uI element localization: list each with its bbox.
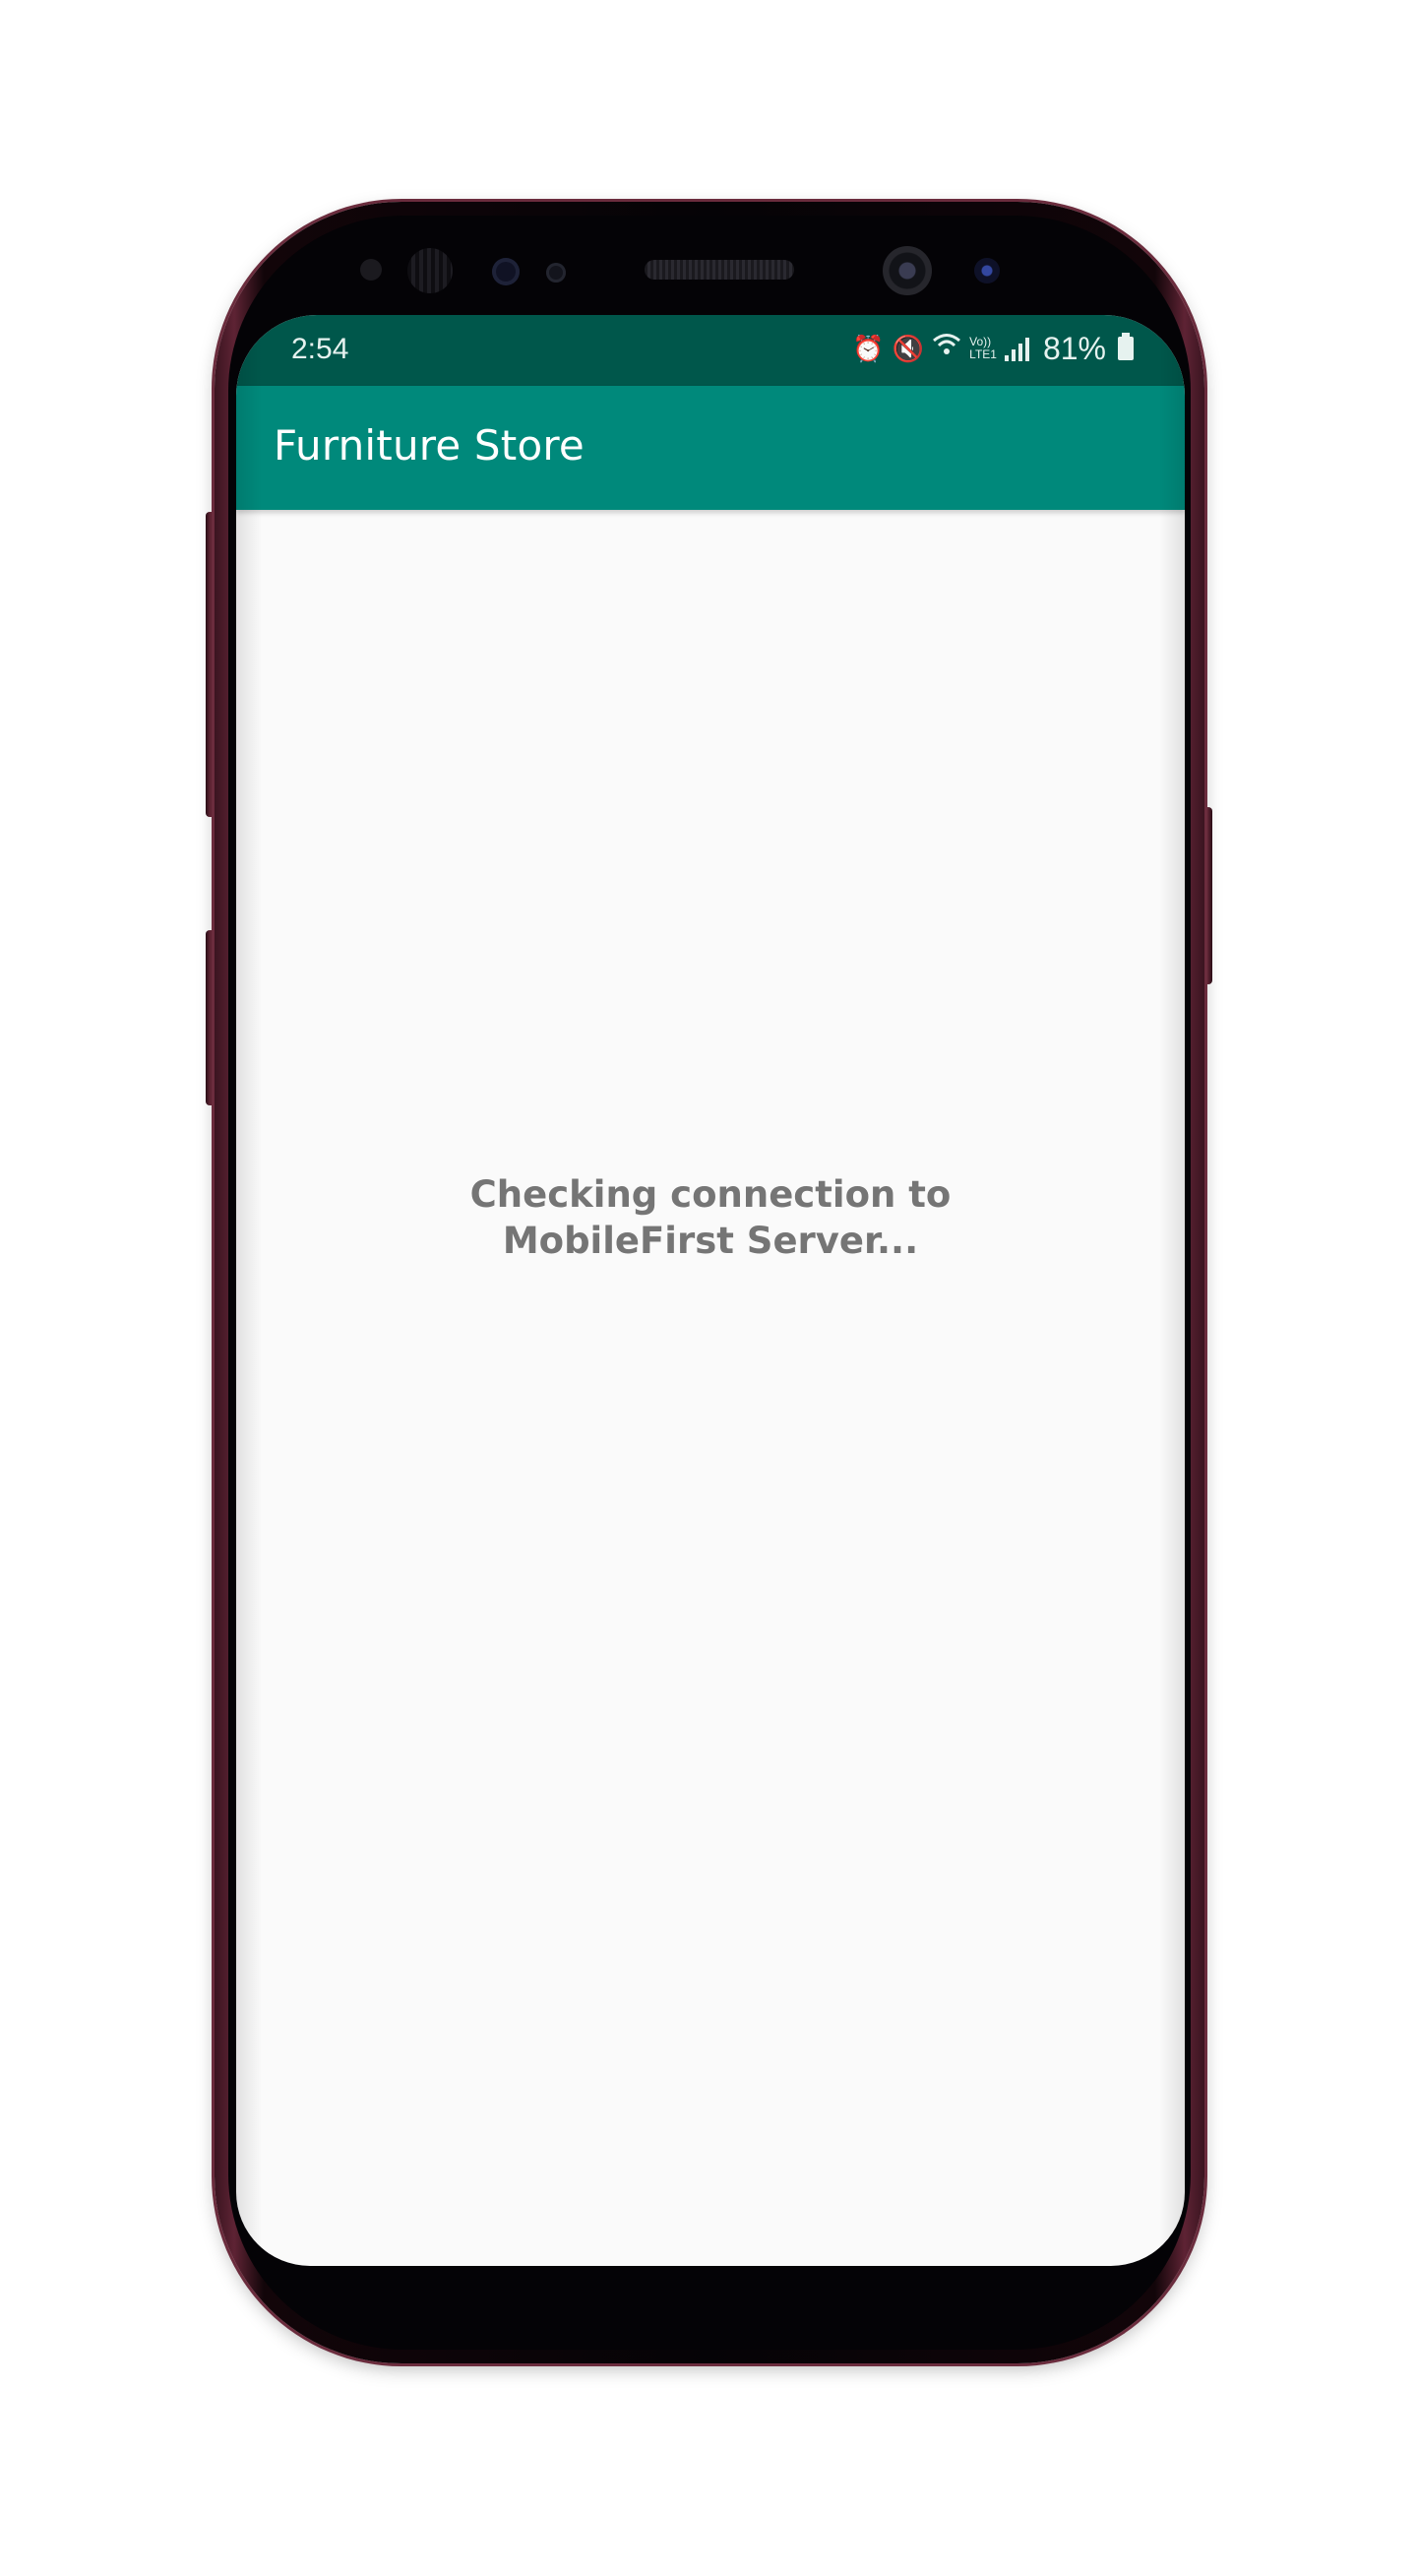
status-icons: ⏰ 🔇 Vo)) LTE1 81% [852, 331, 1134, 366]
app-bar: Furniture Store [236, 386, 1185, 510]
screen: 2:54 ⏰ 🔇 Vo)) LTE1 81% Furniture Store C… [236, 315, 1185, 2266]
battery-icon [1118, 333, 1134, 360]
screen-edge-left [236, 315, 262, 2266]
wifi-icon [932, 331, 961, 366]
connection-message: Checking connection to MobileFirst Serve… [236, 1171, 1185, 1264]
earpiece-speaker [645, 260, 794, 280]
device-stage: 2:54 ⏰ 🔇 Vo)) LTE1 81% Furniture Store C… [0, 0, 1417, 2576]
volte-lte-icon: Vo)) LTE1 [969, 336, 997, 361]
battery-percent: 81% [1042, 331, 1106, 366]
front-camera [883, 246, 932, 295]
status-bar: 2:54 ⏰ 🔇 Vo)) LTE1 81% [236, 315, 1185, 386]
app-title: Furniture Store [274, 421, 585, 470]
status-time: 2:54 [291, 333, 349, 365]
message-line-1: Checking connection to [469, 1173, 952, 1216]
proximity-sensor [360, 259, 382, 281]
mute-icon: 🔇 [892, 334, 925, 363]
screen-edge-right [1159, 315, 1185, 2266]
light-sensor [492, 258, 520, 285]
alarm-icon: ⏰ [852, 334, 885, 363]
led-indicator [546, 263, 566, 283]
iris-camera [974, 258, 1000, 283]
message-line-2: MobileFirst Server... [502, 1220, 919, 1262]
signal-icon [1004, 336, 1029, 361]
iris-sensor [407, 248, 453, 293]
lte-label: LTE1 [969, 347, 997, 361]
